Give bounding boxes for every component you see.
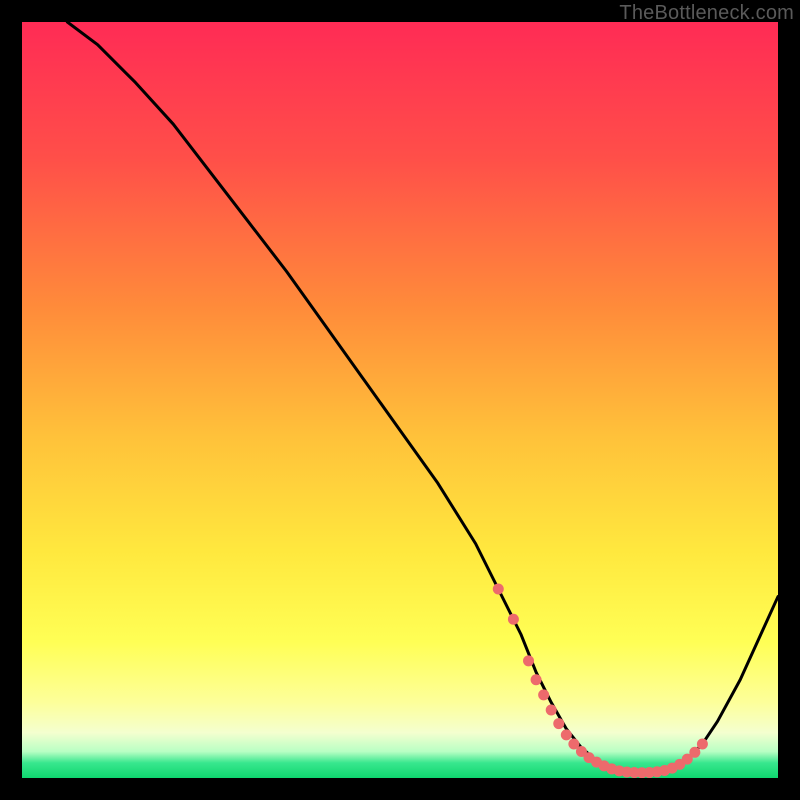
curve-marker	[523, 655, 534, 666]
bottleneck-chart	[22, 22, 778, 778]
curve-marker	[546, 704, 557, 715]
curve-marker	[553, 718, 564, 729]
attribution-text: TheBottleneck.com	[619, 2, 794, 25]
curve-marker	[561, 729, 572, 740]
curve-marker	[538, 689, 549, 700]
gradient-background	[22, 22, 778, 778]
chart-frame	[22, 22, 778, 778]
curve-marker	[531, 674, 542, 685]
curve-marker	[493, 584, 504, 595]
curve-marker	[689, 747, 700, 758]
curve-marker	[697, 738, 708, 749]
curve-marker	[508, 614, 519, 625]
